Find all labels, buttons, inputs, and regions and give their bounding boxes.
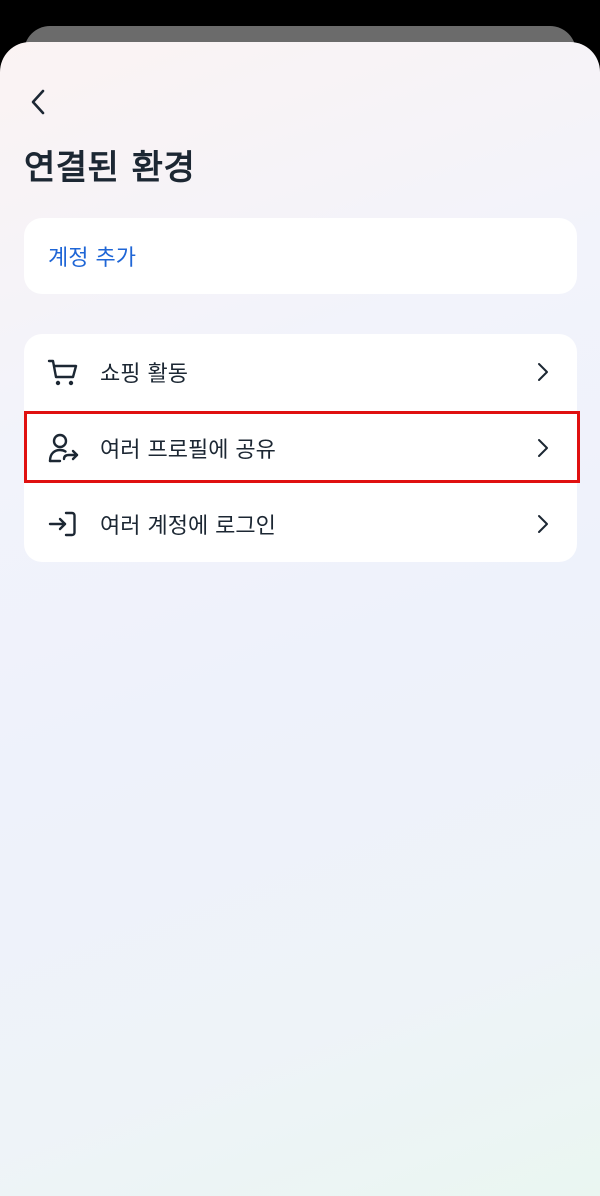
connected-environments-sheet: 연결된 환경 계정 추가 쇼핑 활동 여러 프로필에 공유 여러 계정에 로그인 xyxy=(0,42,600,1196)
chevron-right-icon xyxy=(533,514,553,534)
back-button[interactable] xyxy=(20,84,56,120)
chevron-right-icon xyxy=(533,362,553,382)
list-item-label: 여러 계정에 로그인 xyxy=(100,514,276,539)
add-account-label: 계정 추가 xyxy=(48,246,136,271)
list-item-shopping-activity[interactable]: 쇼핑 활동 xyxy=(24,334,577,410)
settings-list: 쇼핑 활동 여러 프로필에 공유 여러 계정에 로그인 xyxy=(24,334,577,562)
chevron-left-icon xyxy=(31,89,45,115)
list-item-login-accounts[interactable]: 여러 계정에 로그인 xyxy=(24,486,577,562)
login-icon xyxy=(46,507,80,541)
chevron-right-icon xyxy=(533,438,553,458)
list-item-label: 여러 프로필에 공유 xyxy=(100,438,276,463)
page-title: 연결된 환경 xyxy=(24,148,196,188)
list-item-label: 쇼핑 활동 xyxy=(100,362,188,387)
list-item-share-profiles[interactable]: 여러 프로필에 공유 xyxy=(24,410,577,486)
profile-share-icon xyxy=(46,431,80,465)
shopping-cart-icon xyxy=(46,355,80,389)
add-account-button[interactable]: 계정 추가 xyxy=(24,218,577,294)
